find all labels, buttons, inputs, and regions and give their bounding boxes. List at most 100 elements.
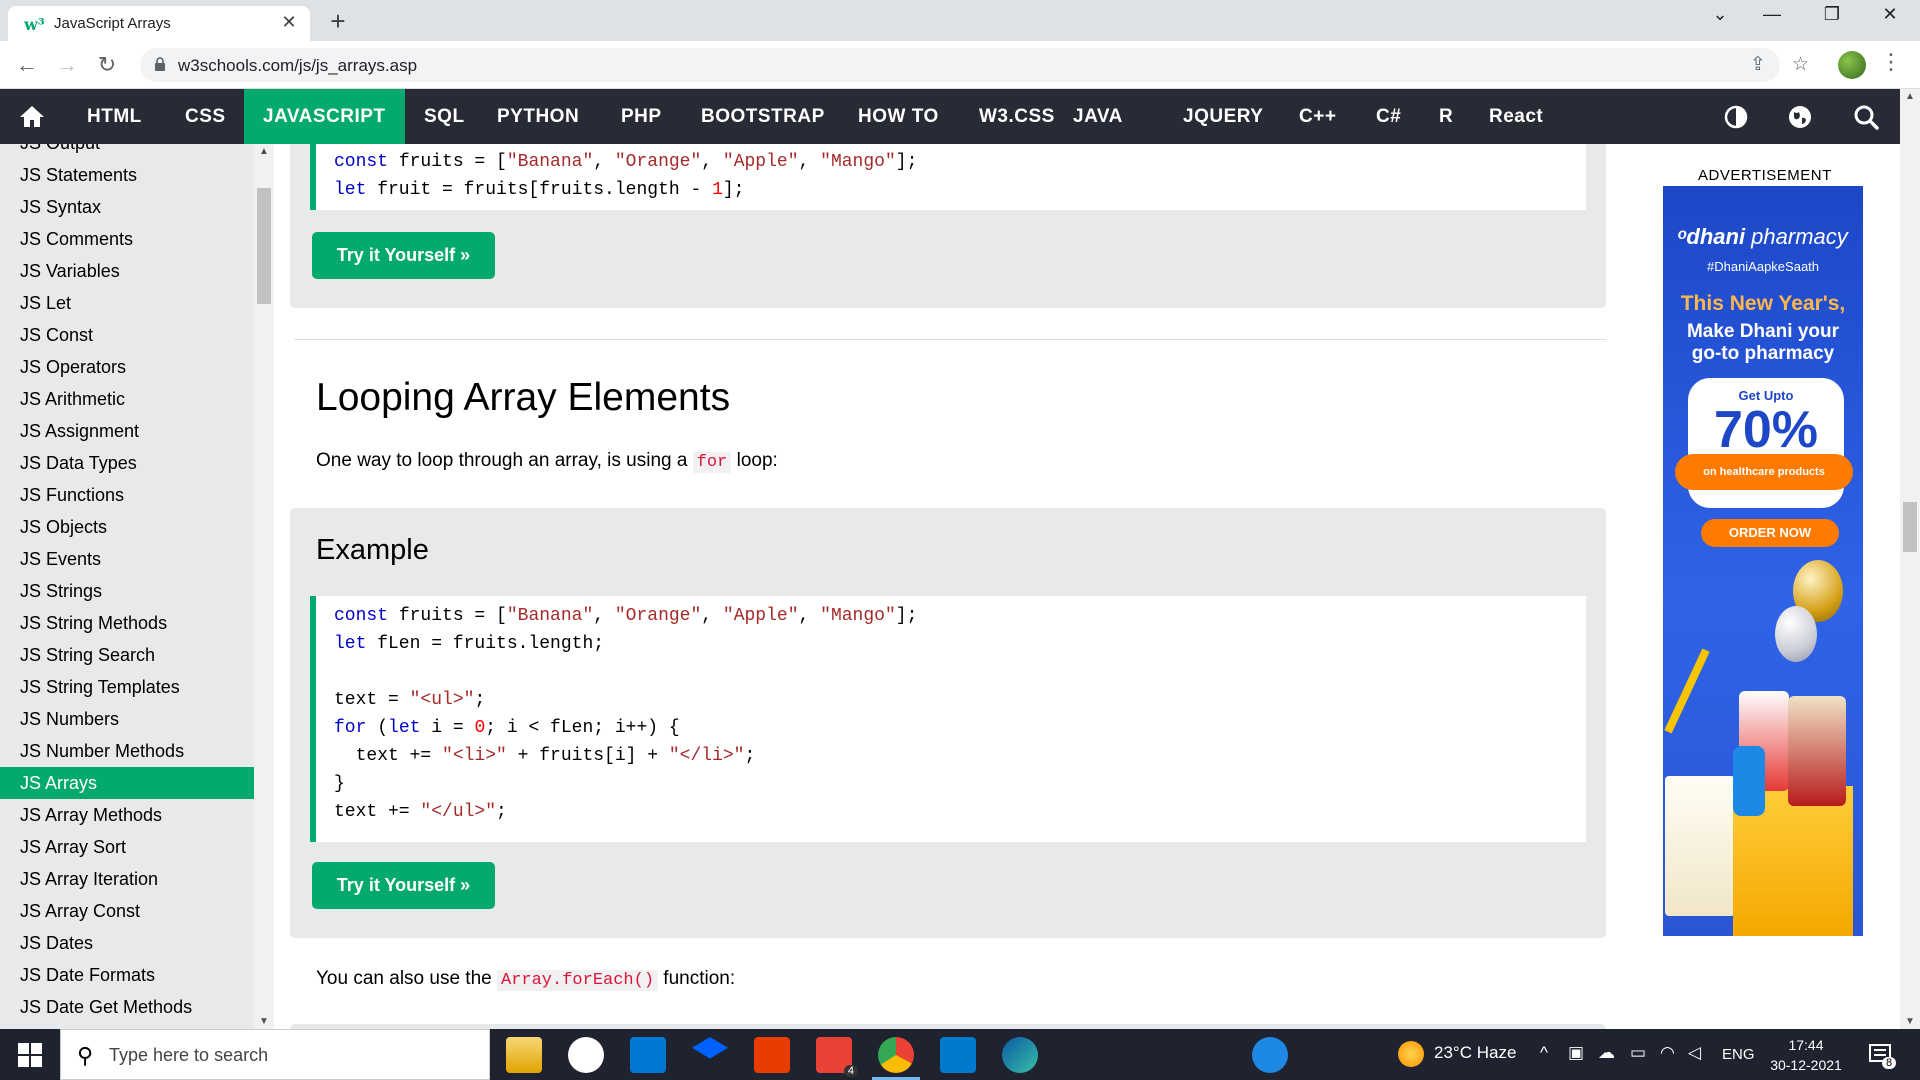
search-icon[interactable] bbox=[1852, 103, 1880, 131]
chrome-icon[interactable] bbox=[878, 1037, 914, 1073]
onedrive-icon[interactable]: ☁ bbox=[1598, 1043, 1615, 1063]
bookmark-star-icon[interactable]: ☆ bbox=[1792, 53, 1809, 76]
sidebar-item-js-assignment[interactable]: JS Assignment bbox=[0, 415, 254, 447]
sidebar-item-js-number-methods[interactable]: JS Number Methods bbox=[0, 735, 254, 767]
topnav-r[interactable]: R bbox=[1420, 89, 1472, 144]
w3schools-favicon-icon: w³ bbox=[24, 15, 45, 34]
sidebar-item-js-objects[interactable]: JS Objects bbox=[0, 511, 254, 543]
sidebar-item-js-array-iteration[interactable]: JS Array Iteration bbox=[0, 863, 254, 895]
profile-avatar[interactable] bbox=[1838, 51, 1866, 79]
page-scroll-down-icon[interactable]: ▼ bbox=[1900, 1016, 1920, 1027]
topnav-javascript[interactable]: JAVASCRIPT bbox=[244, 89, 405, 144]
dhani-pharmacy-ad[interactable]: ᵒdhani pharmacy #DhaniAapkeSaath This Ne… bbox=[1663, 186, 1863, 936]
close-window-icon[interactable]: ✕ bbox=[1870, 4, 1910, 25]
topnav-sql[interactable]: SQL bbox=[405, 89, 484, 144]
sidebar-item-js-arithmetic[interactable]: JS Arithmetic bbox=[0, 383, 254, 415]
page-scroll-thumb[interactable] bbox=[1903, 502, 1917, 552]
sidebar-item-js-array-methods[interactable]: JS Array Methods bbox=[0, 799, 254, 831]
notification-count: 8 bbox=[1882, 1057, 1897, 1069]
sidebar-item-js-arrays[interactable]: JS Arrays bbox=[0, 767, 254, 799]
sidebar-item-js-events[interactable]: JS Events bbox=[0, 543, 254, 575]
sidebar-item-js-output[interactable]: JS Output bbox=[0, 144, 254, 159]
sidebar-item-js-numbers[interactable]: JS Numbers bbox=[0, 703, 254, 735]
language-indicator[interactable]: ENG bbox=[1722, 1046, 1755, 1063]
browser-tab[interactable]: w³ JavaScript Arrays ✕ bbox=[8, 6, 310, 41]
sidebar-item-js-variables[interactable]: JS Variables bbox=[0, 255, 254, 287]
scroll-down-arrow-icon[interactable]: ▼ bbox=[254, 1016, 274, 1027]
sidebar-item-js-string-templates[interactable]: JS String Templates bbox=[0, 671, 254, 703]
taskbar-clock[interactable]: 17:44 30-12-2021 bbox=[1766, 1035, 1846, 1075]
sidebar-item-js-statements[interactable]: JS Statements bbox=[0, 159, 254, 191]
topnav-react[interactable]: React bbox=[1470, 89, 1562, 144]
sidebar-item-js-array-sort[interactable]: JS Array Sort bbox=[0, 831, 254, 863]
topnav-python[interactable]: PYTHON bbox=[478, 89, 598, 144]
sidebar-item-js-strings[interactable]: JS Strings bbox=[0, 575, 254, 607]
page-scroll-up-icon[interactable]: ▲ bbox=[1900, 91, 1920, 102]
topnav-how-to[interactable]: HOW TO bbox=[839, 89, 958, 144]
office-icon[interactable] bbox=[754, 1037, 790, 1073]
mail-icon[interactable] bbox=[630, 1037, 666, 1073]
home-icon[interactable] bbox=[16, 101, 48, 133]
back-icon[interactable]: ← bbox=[12, 50, 42, 80]
sidebar-item-js-comments[interactable]: JS Comments bbox=[0, 223, 254, 255]
minimize-icon[interactable]: — bbox=[1752, 4, 1792, 25]
try-it-yourself-button[interactable]: Try it Yourself » bbox=[312, 862, 495, 909]
sidebar-scroll-thumb[interactable] bbox=[257, 188, 271, 304]
edge-icon[interactable] bbox=[1002, 1037, 1038, 1073]
sidebar-item-js-operators[interactable]: JS Operators bbox=[0, 351, 254, 383]
address-bar[interactable]: w3schools.com/js/js_arrays.asp ⇪ ☆ bbox=[140, 48, 1809, 82]
restore-icon[interactable]: ❐ bbox=[1812, 4, 1852, 25]
url-text: w3schools.com/js/js_arrays.asp bbox=[178, 56, 418, 75]
help-icon[interactable] bbox=[1252, 1037, 1288, 1073]
sidebar-item-js-array-const[interactable]: JS Array Const bbox=[0, 895, 254, 927]
vscode-icon[interactable] bbox=[940, 1037, 976, 1073]
new-tab-icon[interactable]: + bbox=[324, 6, 352, 37]
topnav-html[interactable]: HTML bbox=[68, 89, 161, 144]
topnav-c++[interactable]: C++ bbox=[1280, 89, 1355, 144]
dropbox-icon[interactable] bbox=[692, 1037, 728, 1059]
sidebar-item-js-date-formats[interactable]: JS Date Formats bbox=[0, 959, 254, 991]
gmail-app-icon[interactable]: 4 bbox=[816, 1037, 858, 1077]
share-icon[interactable]: ⇪ bbox=[1750, 53, 1766, 76]
topnav-php[interactable]: PHP bbox=[602, 89, 681, 144]
topnav-jquery[interactable]: JQUERY bbox=[1164, 89, 1282, 144]
sidebar-item-js-functions[interactable]: JS Functions bbox=[0, 479, 254, 511]
forward-icon[interactable]: → bbox=[52, 50, 82, 80]
clock-date: 30-12-2021 bbox=[1770, 1057, 1842, 1073]
wifi-icon[interactable]: ◠ bbox=[1660, 1043, 1675, 1063]
tab-search-icon[interactable]: ⌄ bbox=[1700, 4, 1740, 25]
topnav-java[interactable]: JAVA bbox=[1054, 89, 1142, 144]
topnav-bootstrap[interactable]: BOOTSTRAP bbox=[682, 89, 844, 144]
sidebar-item-js-const[interactable]: JS Const bbox=[0, 319, 254, 351]
sidebar-scrollbar[interactable]: ▲ ▼ bbox=[254, 144, 274, 1029]
clock-time: 17:44 bbox=[1788, 1037, 1824, 1053]
file-explorer-icon[interactable] bbox=[506, 1037, 542, 1073]
media-app-icon[interactable] bbox=[568, 1037, 604, 1073]
try-it-yourself-button[interactable]: Try it Yourself » bbox=[312, 232, 495, 279]
volume-icon[interactable]: ◁ bbox=[1688, 1043, 1701, 1063]
topnav-css[interactable]: CSS bbox=[166, 89, 245, 144]
weather-icon[interactable] bbox=[1398, 1041, 1424, 1067]
sidebar-item-js-date-get-methods[interactable]: JS Date Get Methods bbox=[0, 991, 254, 1023]
close-tab-icon[interactable]: ✕ bbox=[278, 12, 300, 33]
ad-order-now-button[interactable]: ORDER NOW bbox=[1701, 519, 1839, 547]
dark-mode-icon[interactable] bbox=[1722, 103, 1750, 131]
sidebar-item-js-data-types[interactable]: JS Data Types bbox=[0, 447, 254, 479]
topnav-c#[interactable]: C# bbox=[1357, 89, 1420, 144]
show-hidden-icons-icon[interactable]: ^ bbox=[1540, 1043, 1548, 1063]
sidebar-item-js-dates[interactable]: JS Dates bbox=[0, 927, 254, 959]
taskbar-search[interactable]: ⚲ Type here to search bbox=[60, 1029, 490, 1080]
weather-text[interactable]: 23°C Haze bbox=[1434, 1043, 1516, 1063]
globe-icon[interactable] bbox=[1786, 103, 1814, 131]
reload-icon[interactable]: ↻ bbox=[92, 50, 122, 80]
scroll-up-arrow-icon[interactable]: ▲ bbox=[254, 146, 274, 157]
windows-start-icon[interactable] bbox=[18, 1043, 42, 1067]
battery-icon[interactable]: ▭ bbox=[1630, 1043, 1646, 1063]
sidebar-item-js-syntax[interactable]: JS Syntax bbox=[0, 191, 254, 223]
page-scrollbar[interactable]: ▲ ▼ bbox=[1900, 89, 1920, 1029]
device-icon[interactable]: ▣ bbox=[1568, 1043, 1584, 1063]
sidebar-item-js-string-methods[interactable]: JS String Methods bbox=[0, 607, 254, 639]
sidebar-item-js-string-search[interactable]: JS String Search bbox=[0, 639, 254, 671]
sidebar-item-js-let[interactable]: JS Let bbox=[0, 287, 254, 319]
browser-menu-icon[interactable]: ⋮ bbox=[1880, 49, 1902, 75]
